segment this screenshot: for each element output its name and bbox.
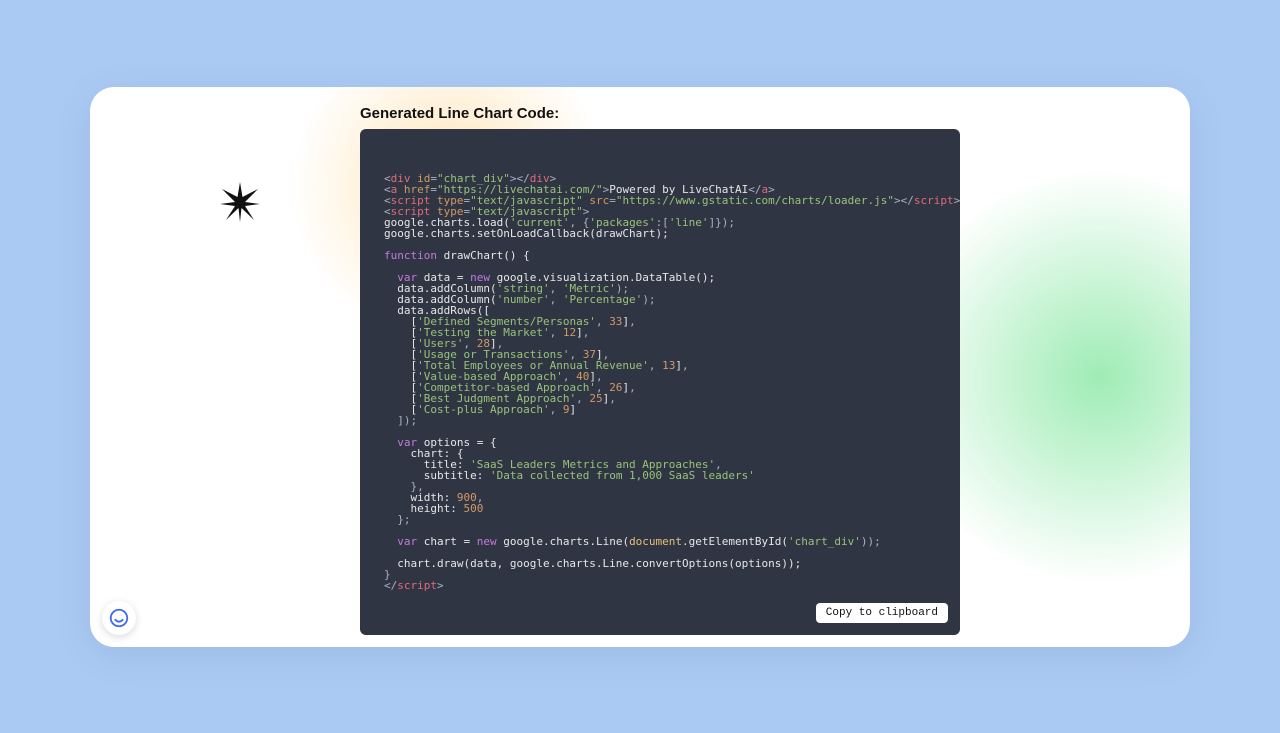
chat-avatar-icon bbox=[108, 607, 130, 629]
code-heading: Generated Line Chart Code: bbox=[360, 105, 559, 122]
code-block: <div id="chart_div"></div> <a href="http… bbox=[360, 129, 960, 635]
chat-avatar-button[interactable] bbox=[102, 601, 136, 635]
copy-to-clipboard-button[interactable]: Copy to clipboard bbox=[816, 603, 948, 623]
sparkle-icon bbox=[220, 182, 260, 222]
code-content: <div id="chart_div"></div> <a href="http… bbox=[384, 173, 936, 591]
card: Generated Line Chart Code: <div id="char… bbox=[90, 87, 1190, 647]
